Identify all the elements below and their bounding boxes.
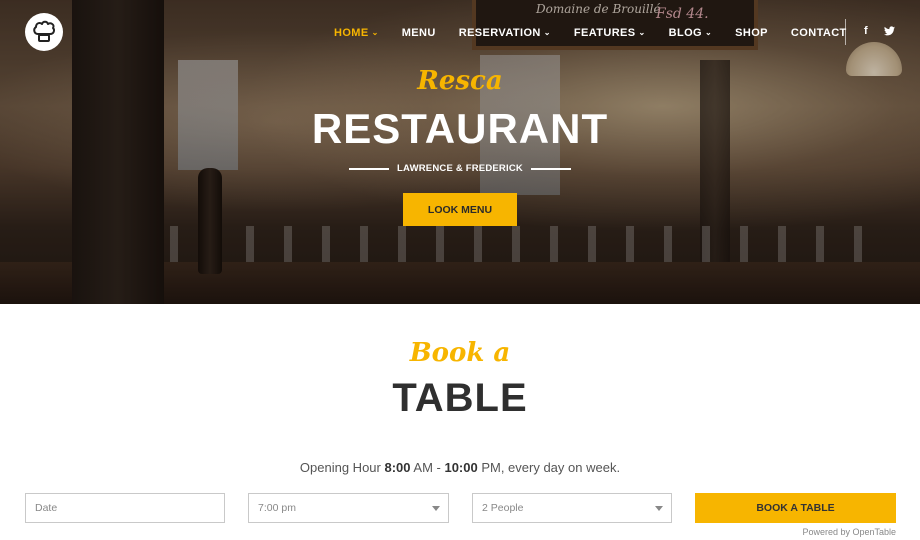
- nav-item-label: BLOG: [668, 27, 703, 39]
- caret-down-icon: [655, 506, 663, 511]
- date-field[interactable]: [25, 493, 225, 523]
- nav-item-shop[interactable]: SHOP: [735, 27, 768, 39]
- nav-item-label: RESERVATION: [458, 27, 541, 39]
- people-select-value: 2 People: [482, 502, 524, 514]
- hero-script-title: Resca: [417, 66, 503, 96]
- nav-item-blog[interactable]: BLOG ⌄: [669, 27, 713, 39]
- hero-subtitle-row: LAWRENCE & FREDERICK: [0, 163, 920, 174]
- nav-item-label: CONTACT: [790, 27, 847, 39]
- nav-item-home[interactable]: HOME ⌄: [334, 27, 379, 39]
- opening-hours: Opening Hour 8:00 AM - 10:00 PM, every d…: [0, 460, 920, 475]
- nav-item-reservation[interactable]: RESERVATION ⌄: [459, 27, 551, 39]
- subtitle-rule-right: [530, 167, 571, 170]
- time-select-value: 7:00 pm: [258, 502, 296, 514]
- caret-down-icon: [432, 506, 440, 511]
- book-table-button[interactable]: BOOK A TABLE: [695, 493, 896, 523]
- main-nav: HOME ⌄ MENU RESERVATION ⌄ FEATURES ⌄ BLOG ⌄ …: [334, 26, 847, 40]
- nav-item-contact[interactable]: CONTACT: [791, 27, 847, 39]
- hours-prefix: Opening Hour: [299, 460, 385, 475]
- close-time: 10:00: [444, 460, 478, 475]
- nav-item-label: SHOP: [735, 27, 768, 39]
- booking-title: TABLE: [392, 376, 528, 420]
- chef-hat-icon: [33, 20, 55, 42]
- open-suffix: AM -: [410, 460, 445, 475]
- nav-item-label: FEATURES: [573, 27, 636, 39]
- nav-item-features[interactable]: FEATURES ⌄: [574, 27, 646, 39]
- nav-item-menu[interactable]: MENU: [402, 27, 436, 39]
- open-time: 8:00: [384, 460, 411, 475]
- time-select[interactable]: 7:00 pm: [248, 493, 449, 523]
- powered-by-text: Powered by OpenTable: [802, 527, 896, 537]
- people-select[interactable]: 2 People: [472, 493, 672, 523]
- chevron-down-icon: ⌄: [638, 27, 646, 37]
- twitter-bird-icon: [884, 26, 895, 36]
- chevron-down-icon: ⌄: [371, 27, 379, 37]
- logo[interactable]: [25, 13, 63, 51]
- hero-title: RESTAURANT: [311, 105, 609, 152]
- subtitle-rule-left: [349, 167, 390, 170]
- booking-script-title: Book a: [409, 338, 511, 368]
- chevron-down-icon: ⌄: [543, 27, 551, 37]
- twitter-icon[interactable]: [884, 26, 895, 39]
- nav-divider: [845, 19, 846, 45]
- nav-item-label: MENU: [401, 27, 436, 39]
- date-input[interactable]: [35, 502, 224, 514]
- facebook-icon[interactable]: f: [864, 25, 868, 37]
- close-suffix: PM, every day on week.: [477, 460, 621, 475]
- chevron-down-icon: ⌄: [705, 27, 713, 37]
- nav-item-label: HOME: [334, 27, 369, 39]
- hero-subtitle: LAWRENCE & FREDERICK: [397, 163, 523, 174]
- look-menu-button[interactable]: LOOK MENU: [403, 193, 517, 226]
